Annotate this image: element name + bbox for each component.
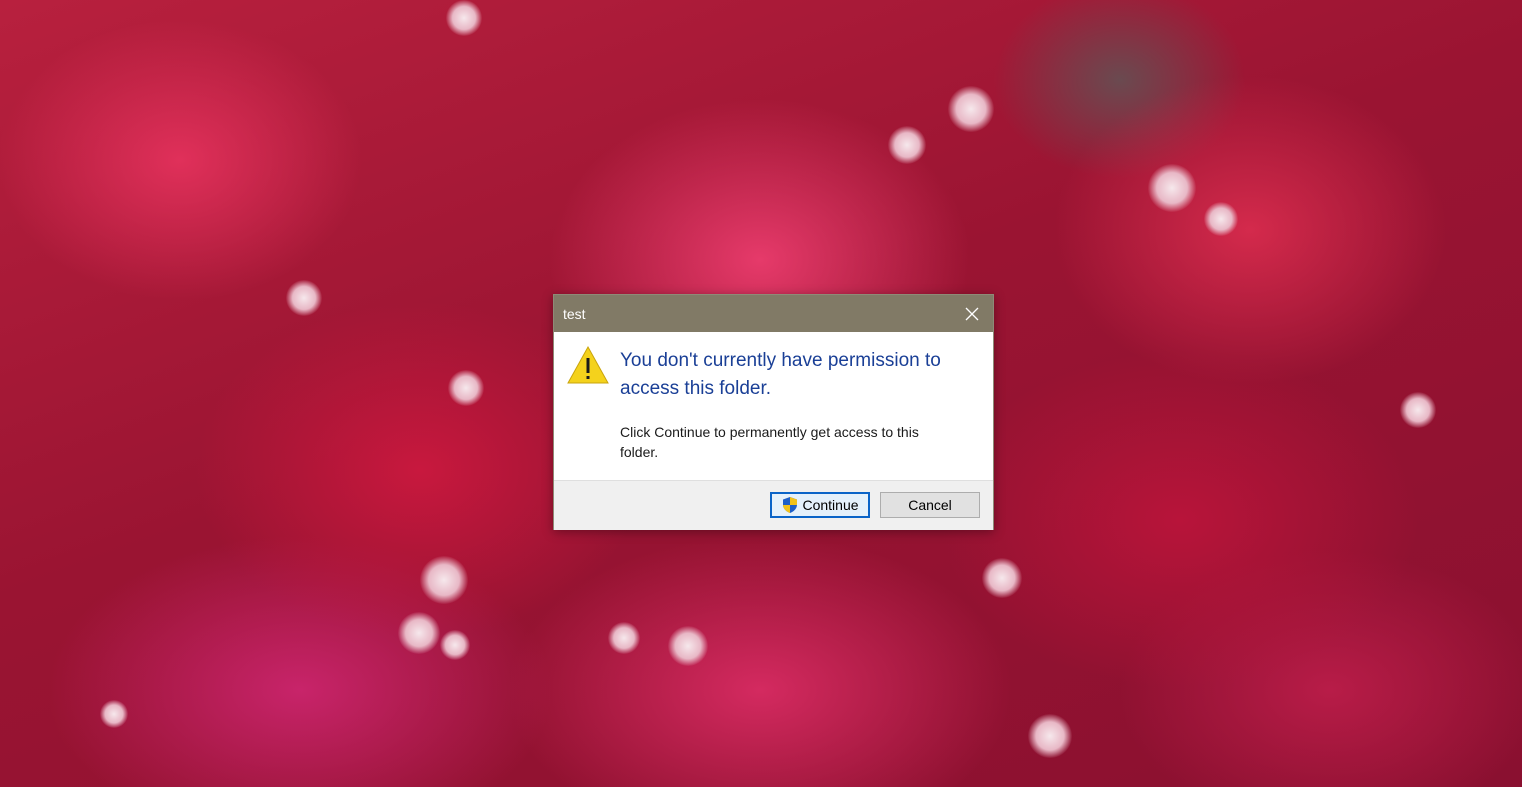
flower-bud [888,126,926,164]
flower-bud [1148,164,1196,212]
continue-button-label: Continue [802,497,859,513]
flower-bud [1204,202,1238,236]
flower-bud [948,86,994,132]
flower-bud [100,700,128,728]
cancel-button[interactable]: Cancel [880,492,980,518]
flower-bud [286,280,322,316]
warning-icon [567,345,609,384]
close-icon [965,307,979,320]
dialog-message: Click Continue to permanently get access… [620,424,919,460]
dialog-button-bar: Continue Cancel [554,480,993,530]
flower-bud [668,626,708,666]
dialog-heading: You don't currently have permission to a… [620,350,941,399]
continue-button[interactable]: Continue [770,492,870,518]
flower-bud [1400,392,1436,428]
uac-shield-icon [783,497,798,513]
flower-bud [982,558,1022,598]
close-button[interactable] [951,295,993,332]
dialog-title: test [563,306,586,322]
flower-bud [440,630,470,660]
flower-bud [448,370,484,406]
flower-bud [398,612,440,654]
flower-bud [1028,714,1072,758]
flower-bud [608,622,640,654]
flower-bud [420,556,468,604]
flower-bud [446,0,482,36]
dialog-titlebar[interactable]: test [554,295,993,332]
cancel-button-label: Cancel [908,497,952,513]
permission-dialog: test You don't currently have permission… [553,294,994,530]
